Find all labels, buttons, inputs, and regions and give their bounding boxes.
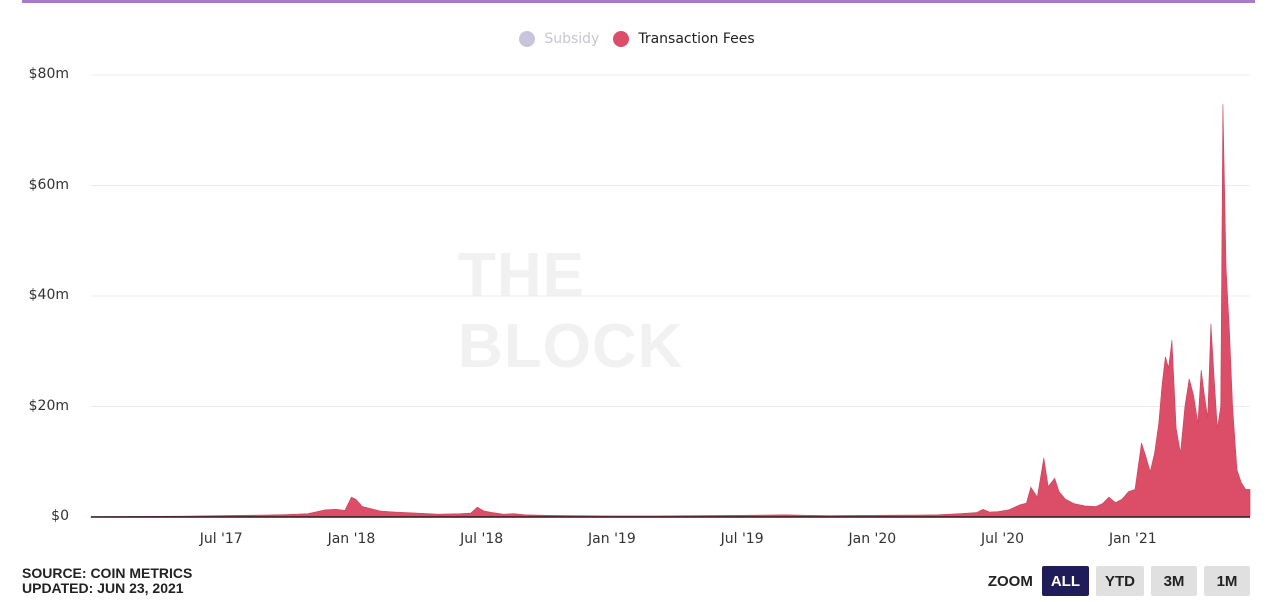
source-text: SOURCE: COIN METRICS [22, 565, 193, 581]
gridlines [91, 74, 1250, 407]
x-tick-label: Jan '21 [1108, 531, 1157, 547]
y-tick-label: $0 [51, 508, 69, 524]
chart-plot [90, 74, 1251, 518]
series-area-transaction-fees [90, 104, 1251, 518]
y-tick-label: $20m [28, 397, 69, 414]
y-tick-label: $60m [28, 176, 69, 193]
zoom-all-button[interactable]: ALL [1041, 566, 1089, 596]
zoom-ytd-button[interactable]: YTD [1096, 566, 1144, 596]
zoom-1m-button[interactable]: 1M [1204, 566, 1250, 596]
source-note: SOURCE: COIN METRICS UPDATED: JUN 23, 20… [22, 566, 192, 596]
x-tick-label: Jul '19 [720, 531, 764, 547]
x-tick-label: Jan '20 [848, 531, 897, 547]
x-tick-label: Jan '18 [327, 531, 376, 547]
zoom-label: ZOOM [987, 572, 1033, 590]
x-tick-label: Jul '17 [199, 531, 243, 547]
updated-text: UPDATED: JUN 23, 2021 [22, 580, 184, 596]
x-tick-label: Jan '19 [588, 531, 636, 547]
y-tick-label: $40m [28, 287, 69, 303]
x-tick-label: Jul '18 [460, 531, 504, 547]
zoom-3m-button[interactable]: 3M [1151, 566, 1197, 596]
y-tick-label: $80m [28, 66, 69, 82]
zoom-controls: ZOOM ALL YTD 3M 1M [988, 566, 1250, 596]
x-tick-label: Jul '20 [981, 531, 1025, 547]
